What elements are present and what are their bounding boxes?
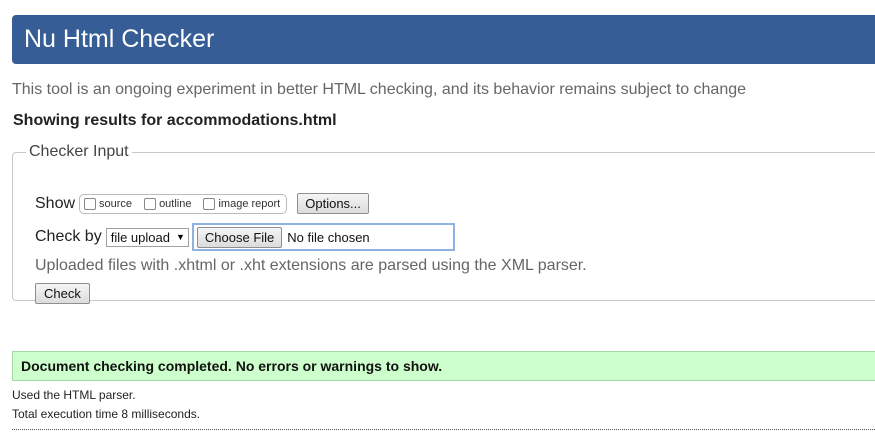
file-input[interactable]: Choose File No file chosen bbox=[191, 223, 455, 251]
outline-checkbox[interactable] bbox=[144, 197, 157, 210]
showing-results-heading: Showing results for accommodations.html bbox=[13, 112, 337, 129]
image-report-option-label: image report bbox=[218, 197, 281, 210]
show-option-source[interactable]: source bbox=[84, 197, 133, 210]
check-button[interactable]: Check bbox=[35, 283, 90, 304]
options-button[interactable]: Options... bbox=[297, 193, 369, 214]
show-option-outline[interactable]: outline bbox=[144, 197, 192, 210]
page: Nu Html Checker This tool is an ongoing … bbox=[0, 0, 875, 445]
check-by-label: Check by bbox=[35, 228, 102, 245]
show-row: Show source outline image report Options… bbox=[35, 193, 369, 214]
app-header: Nu Html Checker bbox=[12, 15, 875, 64]
execution-time: Total execution time 8 milliseconds. bbox=[12, 407, 201, 421]
show-option-image-report[interactable]: image report bbox=[203, 197, 281, 210]
dropdown-arrow-icon: ▼ bbox=[175, 232, 185, 242]
check-by-select[interactable]: file upload ▼ bbox=[105, 227, 189, 247]
check-by-row: Check by file upload ▼ Choose File No fi… bbox=[35, 223, 455, 251]
checker-input-legend: Checker Input bbox=[29, 143, 129, 160]
image-report-checkbox[interactable] bbox=[203, 197, 216, 210]
file-status-text: No file chosen bbox=[287, 229, 370, 245]
outline-option-label: outline bbox=[159, 197, 192, 210]
source-checkbox[interactable] bbox=[84, 197, 97, 210]
checker-input-fieldset: Checker Input Show source outline image … bbox=[12, 143, 875, 304]
success-message-box: Document checking completed. No errors o… bbox=[12, 351, 875, 381]
choose-file-button[interactable]: Choose File bbox=[196, 226, 283, 248]
intro-text: This tool is an ongoing experiment in be… bbox=[12, 81, 747, 98]
xml-parser-note: Uploaded files with .xhtml or .xht exten… bbox=[35, 257, 587, 274]
show-options-group: source outline image report bbox=[79, 193, 288, 214]
page-title: Nu Html Checker bbox=[24, 25, 215, 53]
parser-info: Used the HTML parser. bbox=[12, 388, 136, 402]
source-option-label: source bbox=[99, 197, 133, 210]
check-by-selected-value: file upload bbox=[110, 229, 170, 245]
show-label: Show bbox=[35, 194, 76, 212]
bottom-divider bbox=[12, 429, 875, 430]
success-message: Document checking completed. No errors o… bbox=[21, 358, 443, 374]
